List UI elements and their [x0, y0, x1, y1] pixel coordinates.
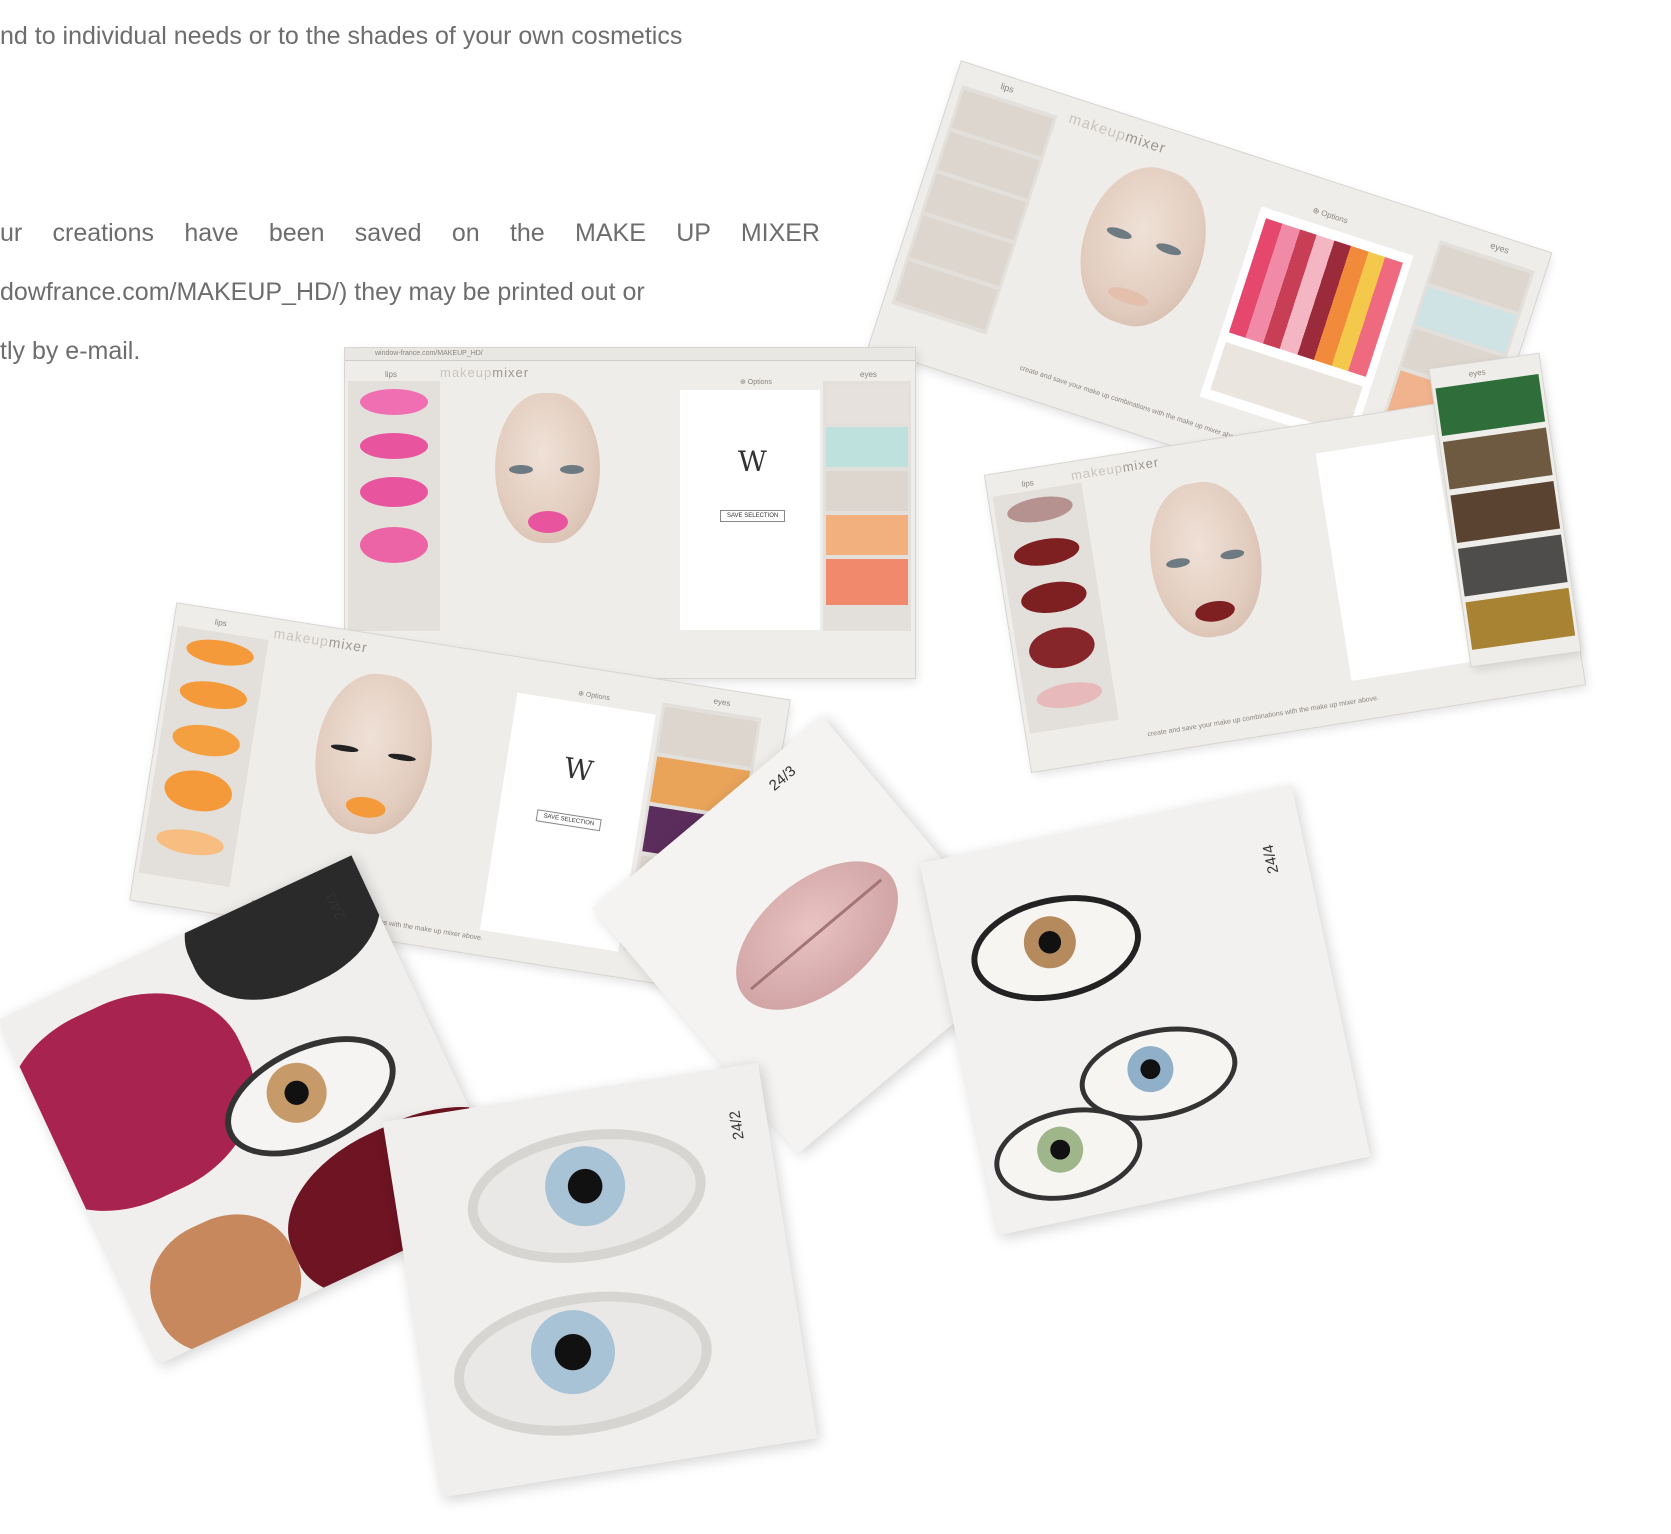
- brand-dark: mixer: [327, 633, 369, 656]
- mannequin-face: [1139, 474, 1273, 645]
- save-selection-button[interactable]: SAVE SELECTION: [720, 510, 786, 522]
- options-label: ⊕ Options: [1311, 205, 1349, 226]
- mannequin-face: [495, 393, 600, 543]
- mannequin-face: [1061, 152, 1225, 342]
- intro-line-2: ur creations have been saved on the MAKE…: [0, 219, 820, 247]
- mannequin-face: [304, 665, 443, 842]
- brand-dark: mixer: [492, 365, 530, 380]
- brand-logo: makeupmixer: [1070, 454, 1160, 483]
- photo-number-4: 24/4: [1259, 842, 1283, 876]
- eyes-column: [823, 381, 911, 631]
- brand-logo: makeupmixer: [1067, 110, 1168, 157]
- summary-panel: W SAVE SELECTION: [680, 390, 820, 630]
- brand-logo: makeupmixer: [440, 365, 529, 380]
- brand-dark: mixer: [1121, 454, 1161, 475]
- lips-column: [992, 482, 1119, 734]
- photo-number-2: 24/2: [726, 1109, 748, 1141]
- footer-text: create and save your make up combination…: [1146, 694, 1380, 739]
- color-palette-panel: [1199, 206, 1414, 446]
- photo-number-3: 24/3: [765, 762, 800, 795]
- lips-label: lips: [385, 370, 398, 379]
- lips-column: [348, 381, 440, 631]
- brand-light: makeup: [1069, 460, 1124, 484]
- photo-blue-eyes: 24/2: [382, 1062, 818, 1498]
- save-selection-button[interactable]: SAVE SELECTION: [535, 809, 602, 832]
- intro-line-4: tly by e-mail.: [0, 337, 141, 365]
- intro-line-3: dowfrance.com/MAKEUP_HD/) they may be pr…: [0, 278, 645, 306]
- brand-light: makeup: [1066, 110, 1129, 145]
- options-label: ⊕ Options: [740, 379, 772, 386]
- lips-label: lips: [214, 617, 228, 629]
- intro-line-1: nd to individual needs or to the shades …: [0, 22, 683, 50]
- eyes-label: eyes: [1489, 240, 1511, 256]
- brand-light: makeup: [440, 365, 493, 380]
- options-label: ⊕ Options: [577, 690, 611, 703]
- lips-column: [138, 625, 269, 888]
- lips-label: lips: [1021, 478, 1035, 489]
- browser-url[interactable]: window-france.com/MAKEUP_HD/: [375, 350, 483, 357]
- screenshot-pink: window-france.com/MAKEUP_HD/ lips makeup…: [345, 348, 915, 678]
- photo-eyelashes: 24/4: [919, 784, 1371, 1236]
- lips-label: lips: [999, 81, 1016, 95]
- brand-dark: mixer: [1123, 128, 1169, 158]
- brand-w-logo: W: [738, 445, 767, 478]
- brand-w-logo: W: [561, 751, 596, 789]
- lips-column: [891, 84, 1058, 335]
- eyes-label: eyes: [712, 696, 732, 709]
- eyes-label: eyes: [860, 370, 877, 379]
- brand-light: makeup: [272, 624, 331, 650]
- eyes-label: eyes: [1468, 367, 1487, 379]
